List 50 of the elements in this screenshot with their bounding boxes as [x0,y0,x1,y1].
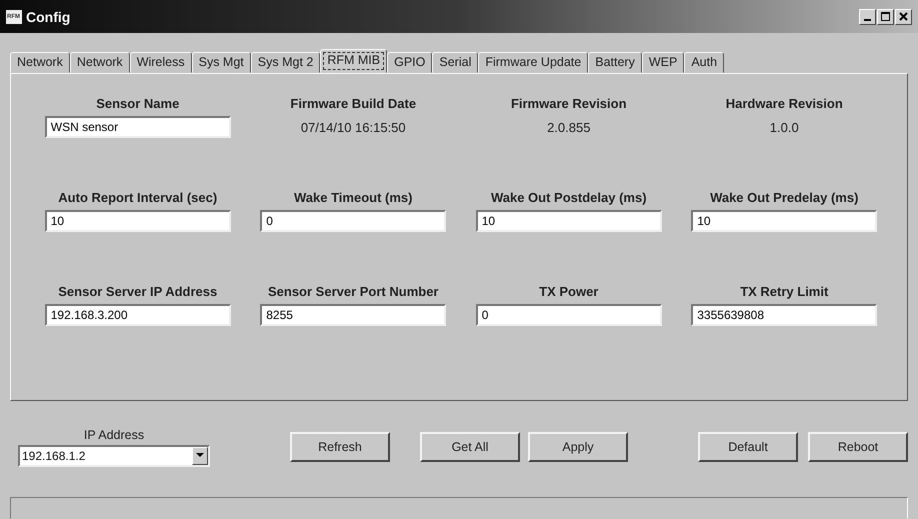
action-button[interactable]: Default [698,432,798,462]
action-button[interactable]: Reboot [808,432,908,462]
field-label: Sensor Server Port Number [268,284,438,299]
maximize-icon [881,12,890,21]
input-field[interactable]: 8255 [260,304,446,326]
field-value: 1.0.0 [770,119,799,135]
input-field[interactable]: 10 [476,210,662,232]
input-field[interactable]: WSN sensor [44,116,231,138]
close-button[interactable] [895,8,912,24]
field-label: IP Address [84,428,144,442]
action-button[interactable]: Refresh [290,432,390,462]
tab[interactable]: Wireless [130,52,192,73]
field-label: TX Retry Limit [740,284,828,299]
action-button[interactable]: Apply [528,432,628,462]
tab[interactable]: RFM MIB [320,49,388,73]
input-field[interactable]: 10 [44,210,231,232]
tab[interactable]: Network [70,52,130,73]
input-field[interactable]: 3355639808 [691,304,878,326]
tab[interactable]: Battery [588,52,642,73]
field-label: Wake Timeout (ms) [294,190,412,205]
field-label: Firmware Build Date [290,96,416,111]
action-button[interactable]: Get All [420,432,520,462]
field-value: 07/14/10 16:15:50 [300,119,406,135]
minimize-button[interactable] [859,8,876,24]
tab[interactable]: GPIO [387,52,432,73]
field-label: Hardware Revision [726,96,843,111]
tab[interactable]: Serial [432,52,478,73]
field-label: Sensor Server IP Address [58,284,218,299]
tab[interactable]: Sys Mgt [192,52,251,73]
field-label: TX Power [539,284,598,299]
tab[interactable]: Auth [684,52,724,73]
field-label: Sensor Name [96,96,180,111]
field-label: Firmware Revision [510,96,627,111]
tab[interactable]: WEP [642,52,684,73]
field-label: Wake Out Postdelay (ms) [490,190,647,205]
ip-address-dropdown[interactable]: 192.168.1.2 [18,444,210,466]
tab[interactable]: Firmware Update [478,52,588,73]
field-value: 2.0.855 [547,119,590,135]
input-field[interactable]: 10 [691,210,878,232]
maximize-button[interactable] [877,8,894,24]
input-field[interactable]: 0 [260,210,446,232]
window-title: Config [26,8,72,24]
field-label: Auto Report Interval (sec) [58,190,218,205]
field-label: Wake Out Predelay (ms) [710,190,858,205]
input-field[interactable]: 0 [476,304,662,326]
tab[interactable]: Sys Mgt 2 [250,52,320,73]
minimize-icon [864,18,871,20]
tab[interactable]: Network [10,52,70,73]
input-field[interactable]: 192.168.3.200 [44,304,231,326]
close-icon [899,12,908,21]
